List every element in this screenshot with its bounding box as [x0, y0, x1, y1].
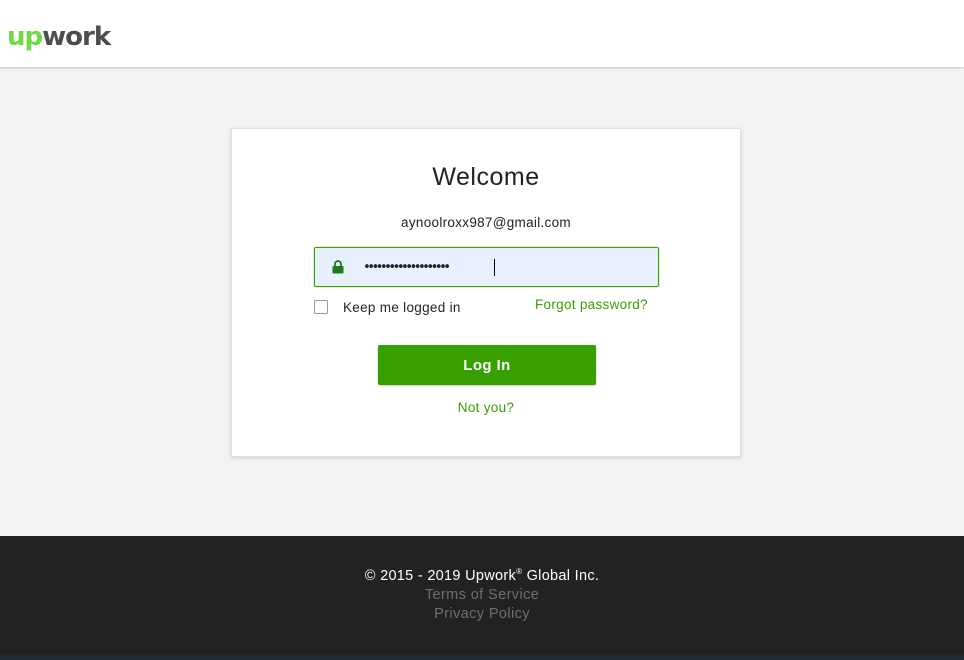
- password-input-value: ••••••••••••••••••••: [363, 260, 451, 275]
- forgot-password-link[interactable]: Forgot password?: [535, 297, 648, 312]
- remember-me-checkbox[interactable]: [314, 300, 328, 314]
- copyright-suffix: Global Inc.: [522, 567, 600, 584]
- top-header: up work: [0, 0, 964, 68]
- upwork-logo[interactable]: up work: [7, 14, 111, 52]
- password-field[interactable]: ••••••••••••••••••••: [314, 247, 659, 287]
- remember-me-row[interactable]: Keep me logged in: [314, 298, 461, 316]
- footer: © 2015 - 2019 Upwork® Global Inc. Terms …: [0, 536, 964, 660]
- terms-of-service-link[interactable]: Terms of Service: [0, 587, 964, 603]
- logo-work: work: [42, 22, 111, 52]
- login-button[interactable]: Log In: [378, 345, 596, 385]
- login-card: Welcome aynoolroxx987@gmail.com ••••••••…: [231, 128, 741, 457]
- text-caret: [494, 259, 495, 276]
- footer-bottom-strip: [0, 655, 964, 660]
- welcome-title: Welcome: [432, 163, 540, 191]
- remember-me-label[interactable]: Keep me logged in: [343, 300, 461, 315]
- lock-icon: [332, 260, 344, 274]
- copyright-prefix: © 2015 - 2019 Upwork: [364, 567, 517, 584]
- account-email: aynoolroxx987@gmail.com: [401, 215, 571, 230]
- copyright-text: © 2015 - 2019 Upwork® Global Inc.: [0, 567, 964, 584]
- privacy-policy-link[interactable]: Privacy Policy: [0, 606, 964, 622]
- logo-up: up: [7, 22, 43, 52]
- not-you-link[interactable]: Not you?: [232, 400, 740, 415]
